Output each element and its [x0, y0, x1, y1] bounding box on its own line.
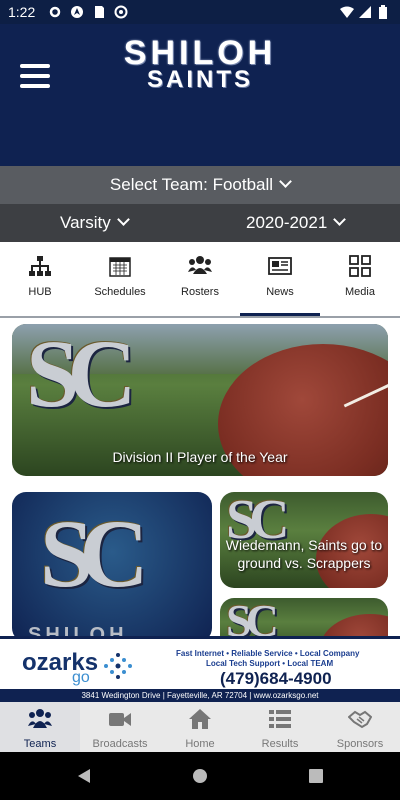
- sponsor-ad-banner[interactable]: ozarks go Fast Internet • Reliable Servi…: [0, 636, 400, 705]
- handshake-icon: [348, 710, 372, 729]
- nav-label: Results: [261, 738, 299, 750]
- system-navigation-bar: [0, 752, 400, 800]
- nav-home[interactable]: Home: [160, 702, 240, 752]
- settings-icon: [49, 6, 61, 18]
- ad-address: 3841 Wedington Drive | Fayetteville, AR …: [0, 689, 400, 702]
- news-card-secondary[interactable]: SC Wiedemann, Saints go to ground vs. Sc…: [220, 492, 388, 588]
- tab-label: Schedules: [94, 286, 146, 298]
- chevron-down-icon: [333, 213, 347, 226]
- chevron-down-icon: [279, 175, 292, 188]
- signal-icon: [359, 6, 371, 18]
- news-card-title: Wiedemann, Saints go to ground vs. Scrap…: [225, 537, 383, 571]
- level-dropdown[interactable]: Varsity: [60, 204, 130, 242]
- nav-broadcasts[interactable]: Broadcasts: [80, 702, 160, 752]
- tab-schedules[interactable]: Schedules: [80, 242, 160, 316]
- ad-brand-sub: go: [72, 669, 90, 686]
- sc-logo-image: SC: [40, 500, 149, 607]
- team-selector-label: Select Team: Football: [109, 175, 274, 194]
- hub-icon: [29, 256, 51, 276]
- tab-label: News: [266, 286, 294, 298]
- season-label: 2020-2021: [246, 213, 328, 232]
- news-card-tall[interactable]: SC SHILOH: [12, 492, 212, 642]
- grid-icon: [349, 255, 371, 277]
- nav-teams[interactable]: Teams: [0, 702, 80, 752]
- status-time: 1:22: [8, 4, 36, 20]
- back-icon[interactable]: [76, 768, 92, 784]
- tab-rosters[interactable]: Rosters: [160, 242, 240, 316]
- sd-card-icon: [95, 6, 104, 18]
- navigation-icon: [71, 6, 83, 18]
- ad-tagline-1: Fast Internet • Reliable Service • Local…: [176, 649, 360, 658]
- nav-label: Sponsors: [336, 738, 384, 750]
- team-selector[interactable]: Select Team: Football: [0, 166, 400, 204]
- wifi-icon: [340, 6, 354, 18]
- video-camera-icon: [109, 713, 131, 726]
- tab-label: HUB: [28, 286, 52, 298]
- sync-icon: [114, 5, 128, 19]
- calendar-icon: [109, 257, 131, 277]
- news-card-featured[interactable]: SC Division II Player of the Year: [12, 324, 388, 476]
- tab-label: Media: [345, 286, 375, 298]
- people-icon: [188, 256, 212, 274]
- battery-icon: [379, 5, 387, 19]
- tab-media[interactable]: Media: [320, 242, 400, 316]
- ad-dots-icon: [104, 653, 132, 679]
- ad-phone: (479)684-4900: [220, 669, 332, 688]
- home-icon: [189, 709, 211, 729]
- nav-results[interactable]: Results: [240, 702, 320, 752]
- tab-news[interactable]: News: [240, 242, 320, 316]
- news-card-title: Division II Player of the Year: [112, 449, 288, 465]
- logo-saints: SAINTS: [146, 66, 253, 93]
- tab-hub[interactable]: HUB: [0, 242, 80, 316]
- chevron-down-icon: [116, 213, 130, 226]
- bottom-navigation: Teams Broadcasts Home Results Sponsors: [0, 702, 400, 752]
- nav-label: Home: [185, 738, 215, 750]
- season-dropdown[interactable]: 2020-2021: [246, 204, 347, 242]
- home-button-icon[interactable]: [192, 768, 208, 784]
- newspaper-icon: [268, 257, 292, 275]
- status-bar: 1:22: [0, 0, 400, 24]
- nav-label: Teams: [23, 738, 57, 750]
- section-tabs: HUB Schedules Rosters News Media: [0, 242, 400, 318]
- level-bar: Varsity 2020-2021: [0, 204, 400, 242]
- recents-icon[interactable]: [308, 768, 324, 784]
- level-label: Varsity: [60, 213, 111, 232]
- teams-icon: [28, 709, 52, 728]
- tab-label: Rosters: [181, 286, 219, 298]
- list-icon: [269, 710, 291, 728]
- active-tab-indicator: [240, 313, 320, 316]
- sc-logo-image: SC: [26, 324, 137, 427]
- nav-label: Broadcasts: [92, 738, 148, 750]
- nav-sponsors[interactable]: Sponsors: [320, 702, 400, 752]
- ad-tagline-2: Local Tech Support • Local TEAM: [206, 659, 334, 668]
